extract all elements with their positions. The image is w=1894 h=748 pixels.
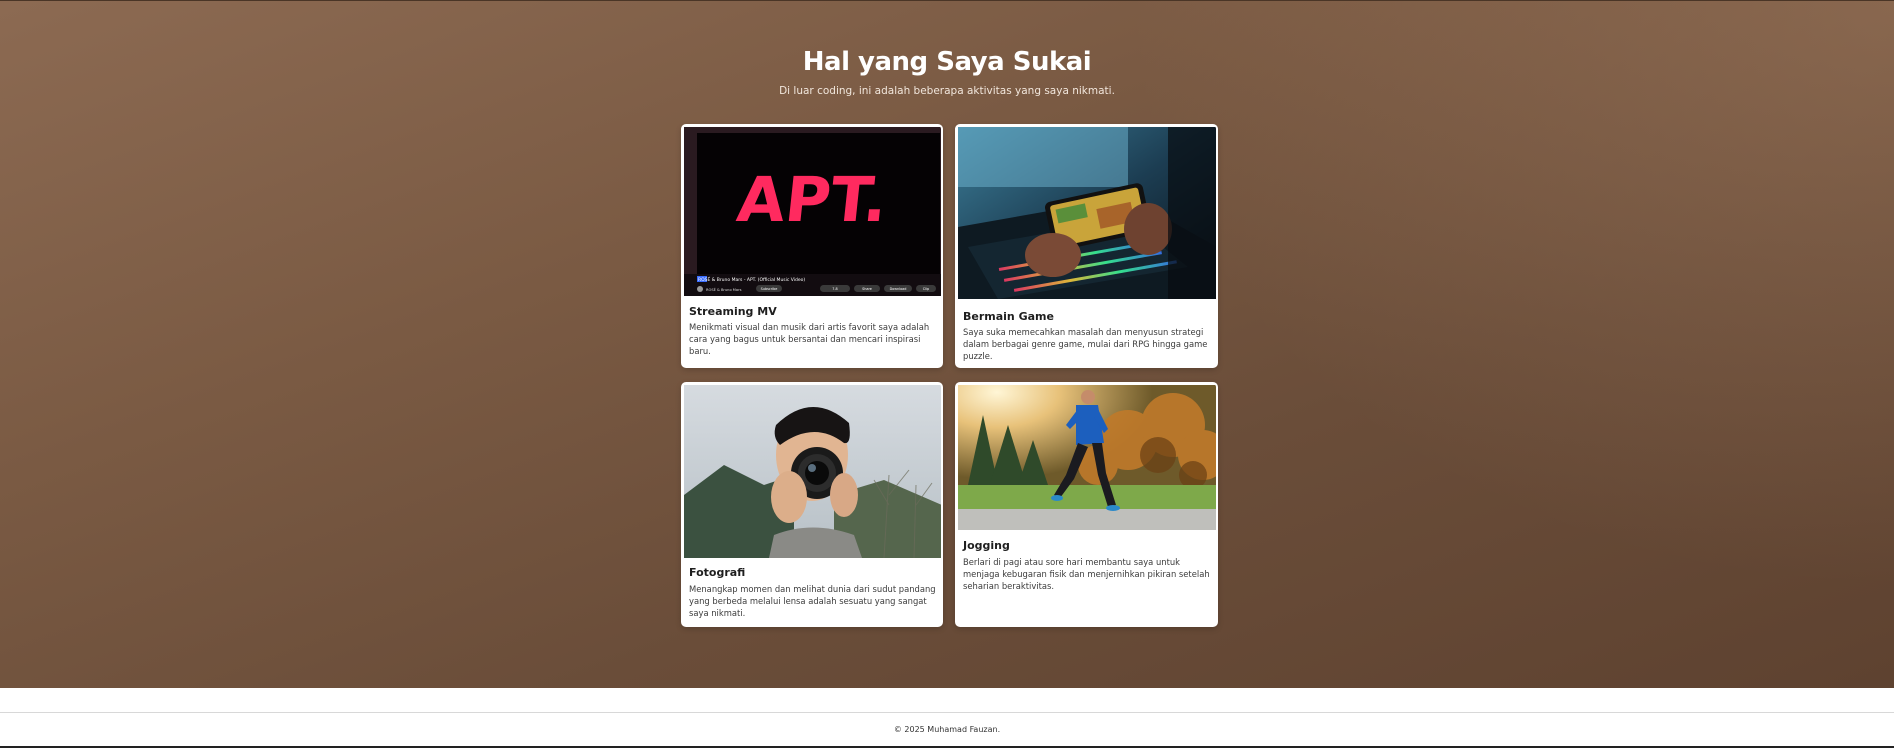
card-title: Bermain Game <box>963 310 1054 323</box>
streaming-mv-image: APT. ROSÉ & Bruno Mars - APT. (Official … <box>684 127 941 296</box>
gaming-image <box>958 127 1216 299</box>
apt-title-graphic: APT. <box>734 163 891 236</box>
card-title: Streaming MV <box>689 305 777 318</box>
section-subtitle: Di luar coding, ini adalah beberapa akti… <box>779 85 1115 97</box>
card-description: Saya suka memecahkan masalah dan menyusu… <box>963 327 1208 361</box>
hobby-card-jogging: Jogging Berlari di pagi atau sore hari m… <box>955 382 1218 627</box>
download-pill: Download <box>890 287 907 291</box>
section-title: Hal yang Saya Sukai <box>802 47 1092 77</box>
clip-pill: Clip <box>923 287 929 291</box>
jogging-image <box>958 385 1216 530</box>
card-title: Fotografi <box>689 566 746 579</box>
share-pill: Share <box>862 287 872 291</box>
footer: © 2025 Muhamad Fauzan. <box>0 712 1894 748</box>
card-description: Menikmati visual dan musik dari artis fa… <box>689 322 930 356</box>
copyright-text: © 2025 Muhamad Fauzan. <box>893 725 1001 734</box>
hobby-card-streaming-mv: APT. ROSÉ & Bruno Mars - APT. (Official … <box>681 124 943 368</box>
card-description: Berlari di pagi atau sore hari membantu … <box>963 557 1210 591</box>
hobby-card-bermain-game: Bermain Game Saya suka memecahkan masala… <box>955 124 1218 368</box>
channel-avatar-icon <box>697 286 703 292</box>
photography-image <box>684 385 941 558</box>
channel-name: ROSÉ & Bruno Mars <box>706 287 742 292</box>
hobby-card-fotografi: Fotografi Menangkap momen dan melihat du… <box>681 382 943 627</box>
card-description: Menangkap momen dan melihat dunia dari s… <box>689 584 936 618</box>
hobbies-section: Hal yang Saya Sukai Di luar coding, ini … <box>0 0 1894 689</box>
card-title: Jogging <box>963 539 1010 552</box>
subscribe-pill: Subscribe <box>761 287 778 291</box>
like-pill: 7.8 <box>832 287 837 291</box>
